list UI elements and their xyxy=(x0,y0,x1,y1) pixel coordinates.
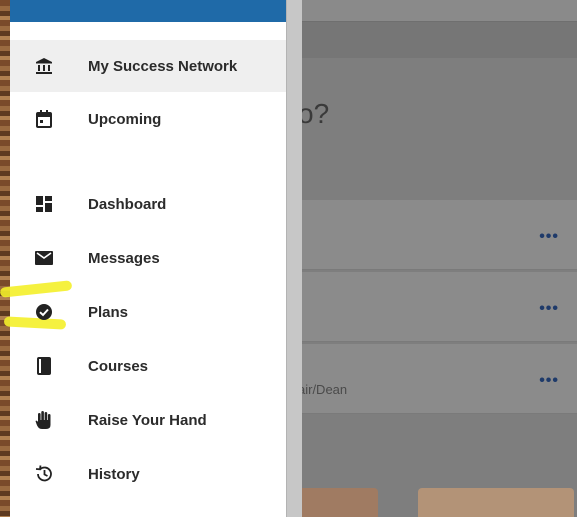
more-options-button[interactable]: ••• xyxy=(539,300,559,318)
background-band xyxy=(288,22,577,58)
nav-item-my-success-network[interactable]: My Success Network xyxy=(10,40,286,92)
left-photo-strip xyxy=(0,0,10,517)
book-icon xyxy=(34,356,54,376)
more-options-button[interactable]: ••• xyxy=(539,228,559,246)
nav-item-raise-your-hand[interactable]: Raise Your Hand xyxy=(10,394,286,446)
drawer-scrollbar[interactable] xyxy=(286,0,302,517)
drawer-header xyxy=(10,0,286,22)
hand-icon xyxy=(34,410,54,430)
nav-item-label: My Success Network xyxy=(88,57,238,75)
background-card-subtext: air/Dean xyxy=(298,382,348,397)
nav-item-label: Raise Your Hand xyxy=(88,411,207,429)
background-topbar xyxy=(288,0,577,22)
background-question-text: o? xyxy=(298,98,330,129)
nav-item-plans[interactable]: Plans xyxy=(0,280,286,338)
more-options-button[interactable]: ••• xyxy=(539,372,559,390)
navigation-drawer: My Success Network Upcoming Dashboard Me… xyxy=(0,0,286,517)
nav-item-history[interactable]: History xyxy=(10,448,286,500)
nav-item-label: Messages xyxy=(88,249,160,267)
nav-item-label: Upcoming xyxy=(88,110,162,128)
calendar-icon xyxy=(34,109,54,129)
history-icon xyxy=(34,464,54,484)
nav-item-dashboard[interactable]: Dashboard xyxy=(10,178,286,230)
background-tile xyxy=(418,488,574,517)
nav-item-courses[interactable]: Courses xyxy=(10,340,286,392)
nav-item-label: Dashboard xyxy=(88,195,167,213)
background-card: air/Dean ••• xyxy=(288,344,577,414)
nav-item-upcoming[interactable]: Upcoming xyxy=(10,93,286,145)
nav-item-label: History xyxy=(88,465,140,483)
envelope-icon xyxy=(34,248,54,268)
background-card: ••• xyxy=(288,200,577,270)
bank-icon xyxy=(34,56,54,76)
nav-item-label: Courses xyxy=(88,357,149,375)
dashboard-icon xyxy=(34,194,54,214)
background-card: ••• xyxy=(288,272,577,342)
nav-item-messages[interactable]: Messages xyxy=(10,232,286,284)
check-circle-icon xyxy=(34,302,54,322)
nav-item-label: Plans xyxy=(88,303,129,321)
background-page: o? ••• ••• air/Dean ••• xyxy=(288,0,577,517)
